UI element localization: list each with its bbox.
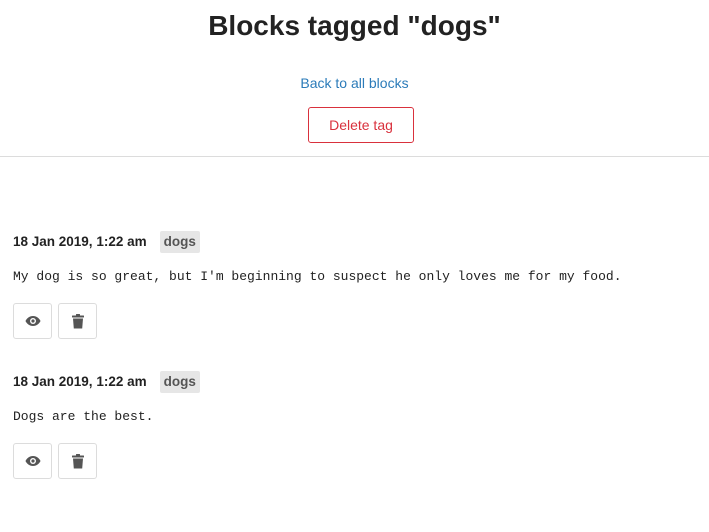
block-actions bbox=[13, 443, 97, 479]
eye-icon bbox=[25, 316, 40, 326]
delete-tag-button[interactable]: Delete tag bbox=[308, 107, 414, 143]
block-item: 18 Jan 2019, 1:22 am dogs Dogs are the b… bbox=[13, 370, 709, 510]
block-content: My dog is so great, but I'm beginning to… bbox=[13, 269, 622, 284]
delete-button[interactable] bbox=[58, 443, 97, 479]
block-timestamp: 18 Jan 2019, 1:22 am bbox=[13, 234, 147, 249]
block-content: Dogs are the best. bbox=[13, 409, 154, 424]
block-timestamp: 18 Jan 2019, 1:22 am bbox=[13, 374, 147, 389]
eye-icon bbox=[25, 456, 40, 466]
block-list: 18 Jan 2019, 1:22 am dogs My dog is so g… bbox=[13, 230, 709, 510]
trash-icon bbox=[71, 453, 84, 468]
delete-button[interactable] bbox=[58, 303, 97, 339]
tag-badge[interactable]: dogs bbox=[159, 371, 200, 393]
block-item: 18 Jan 2019, 1:22 am dogs My dog is so g… bbox=[13, 230, 709, 370]
tag-badge[interactable]: dogs bbox=[159, 231, 200, 253]
trash-icon bbox=[71, 313, 84, 328]
page-header: Blocks tagged "dogs" Back to all blocks … bbox=[0, 0, 709, 157]
back-link-container: Back to all blocks bbox=[0, 73, 709, 93]
block-actions bbox=[13, 303, 97, 339]
block-meta: 18 Jan 2019, 1:22 am dogs bbox=[13, 230, 200, 254]
block-meta: 18 Jan 2019, 1:22 am dogs bbox=[13, 370, 200, 394]
view-button[interactable] bbox=[13, 443, 52, 479]
back-to-all-blocks-link[interactable]: Back to all blocks bbox=[300, 75, 408, 91]
page-title: Blocks tagged "dogs" bbox=[208, 10, 501, 41]
view-button[interactable] bbox=[13, 303, 52, 339]
